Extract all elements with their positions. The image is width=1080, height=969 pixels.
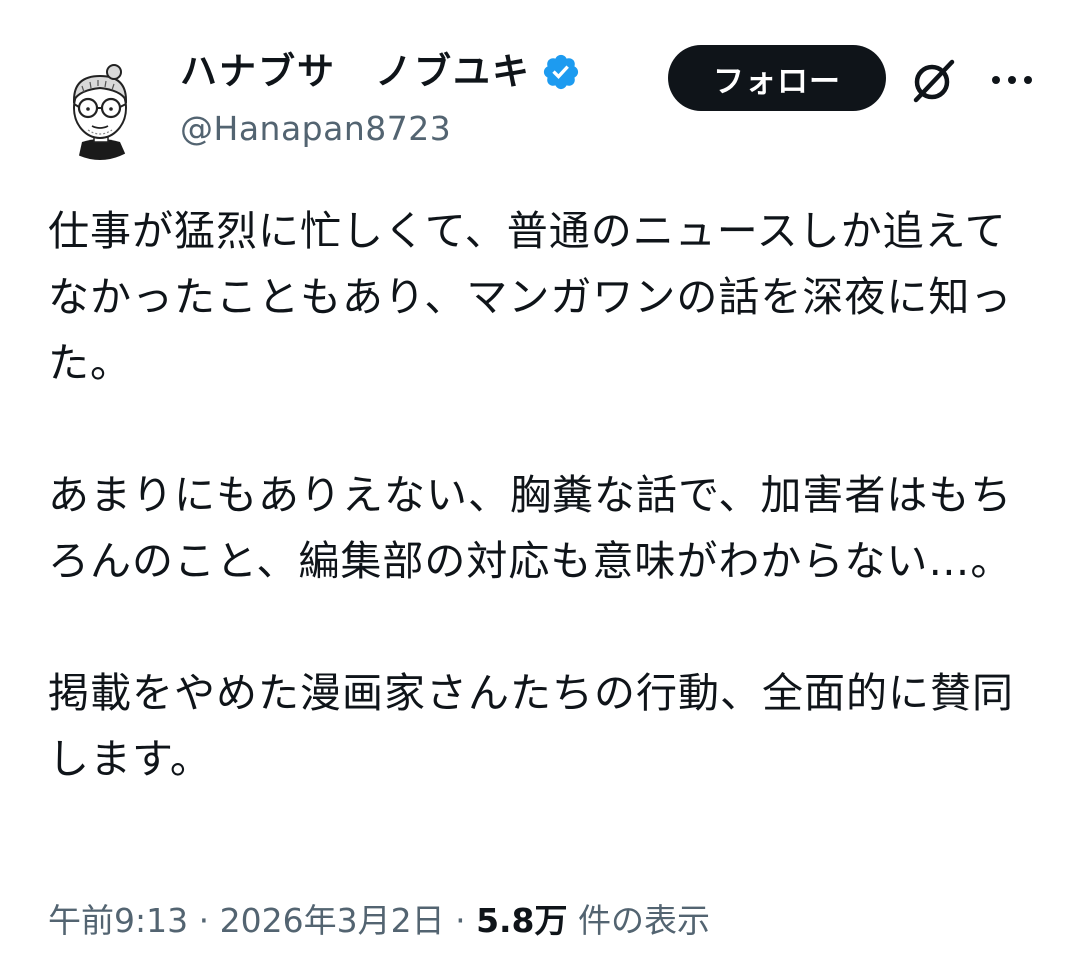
tweet-paragraph: 仕事が猛烈に忙しくて、普通のニュースしか追えてなかったこともあり、マンガワンの話… [48,207,1013,387]
author-display-name[interactable]: ハナブサ ノブユキ [180,42,581,102]
verified-badge-icon [543,54,579,90]
author-handle[interactable]: @Hanapan8723 [180,104,451,154]
views-count: 5.8万 [476,901,568,940]
display-name-text: ハナブサ ノブユキ [180,50,531,93]
more-icon[interactable] [988,62,1036,98]
tweet-paragraph: あまりにもありえない、胸糞な話で、加害者はもちろんのこと、編集部の対応も意味がわ… [48,471,1013,585]
meta-separator: · [188,901,220,940]
views-label: 件の表示 [567,901,711,940]
meta-separator: · [444,901,477,940]
tweet-time[interactable]: 午前9:13 [48,901,188,940]
avatar-illustration-icon [48,56,152,160]
tweet-date[interactable]: 2026年3月2日 [220,901,445,940]
tweet-text: 仕事が猛烈に忙しくて、普通のニュースしか追えてなかったこともあり、マンガワンの話… [48,198,1033,858]
tweet-paragraph: 掲載をやめた漫画家さんたちの行動、全面的に賛同します。 [48,669,1014,783]
tweet-meta: 午前9:13 · 2026年3月2日 · 5.8万 件の表示 [48,896,710,946]
follow-button[interactable]: フォロー [668,45,886,111]
avatar[interactable] [48,56,152,160]
grok-icon[interactable] [908,56,958,106]
